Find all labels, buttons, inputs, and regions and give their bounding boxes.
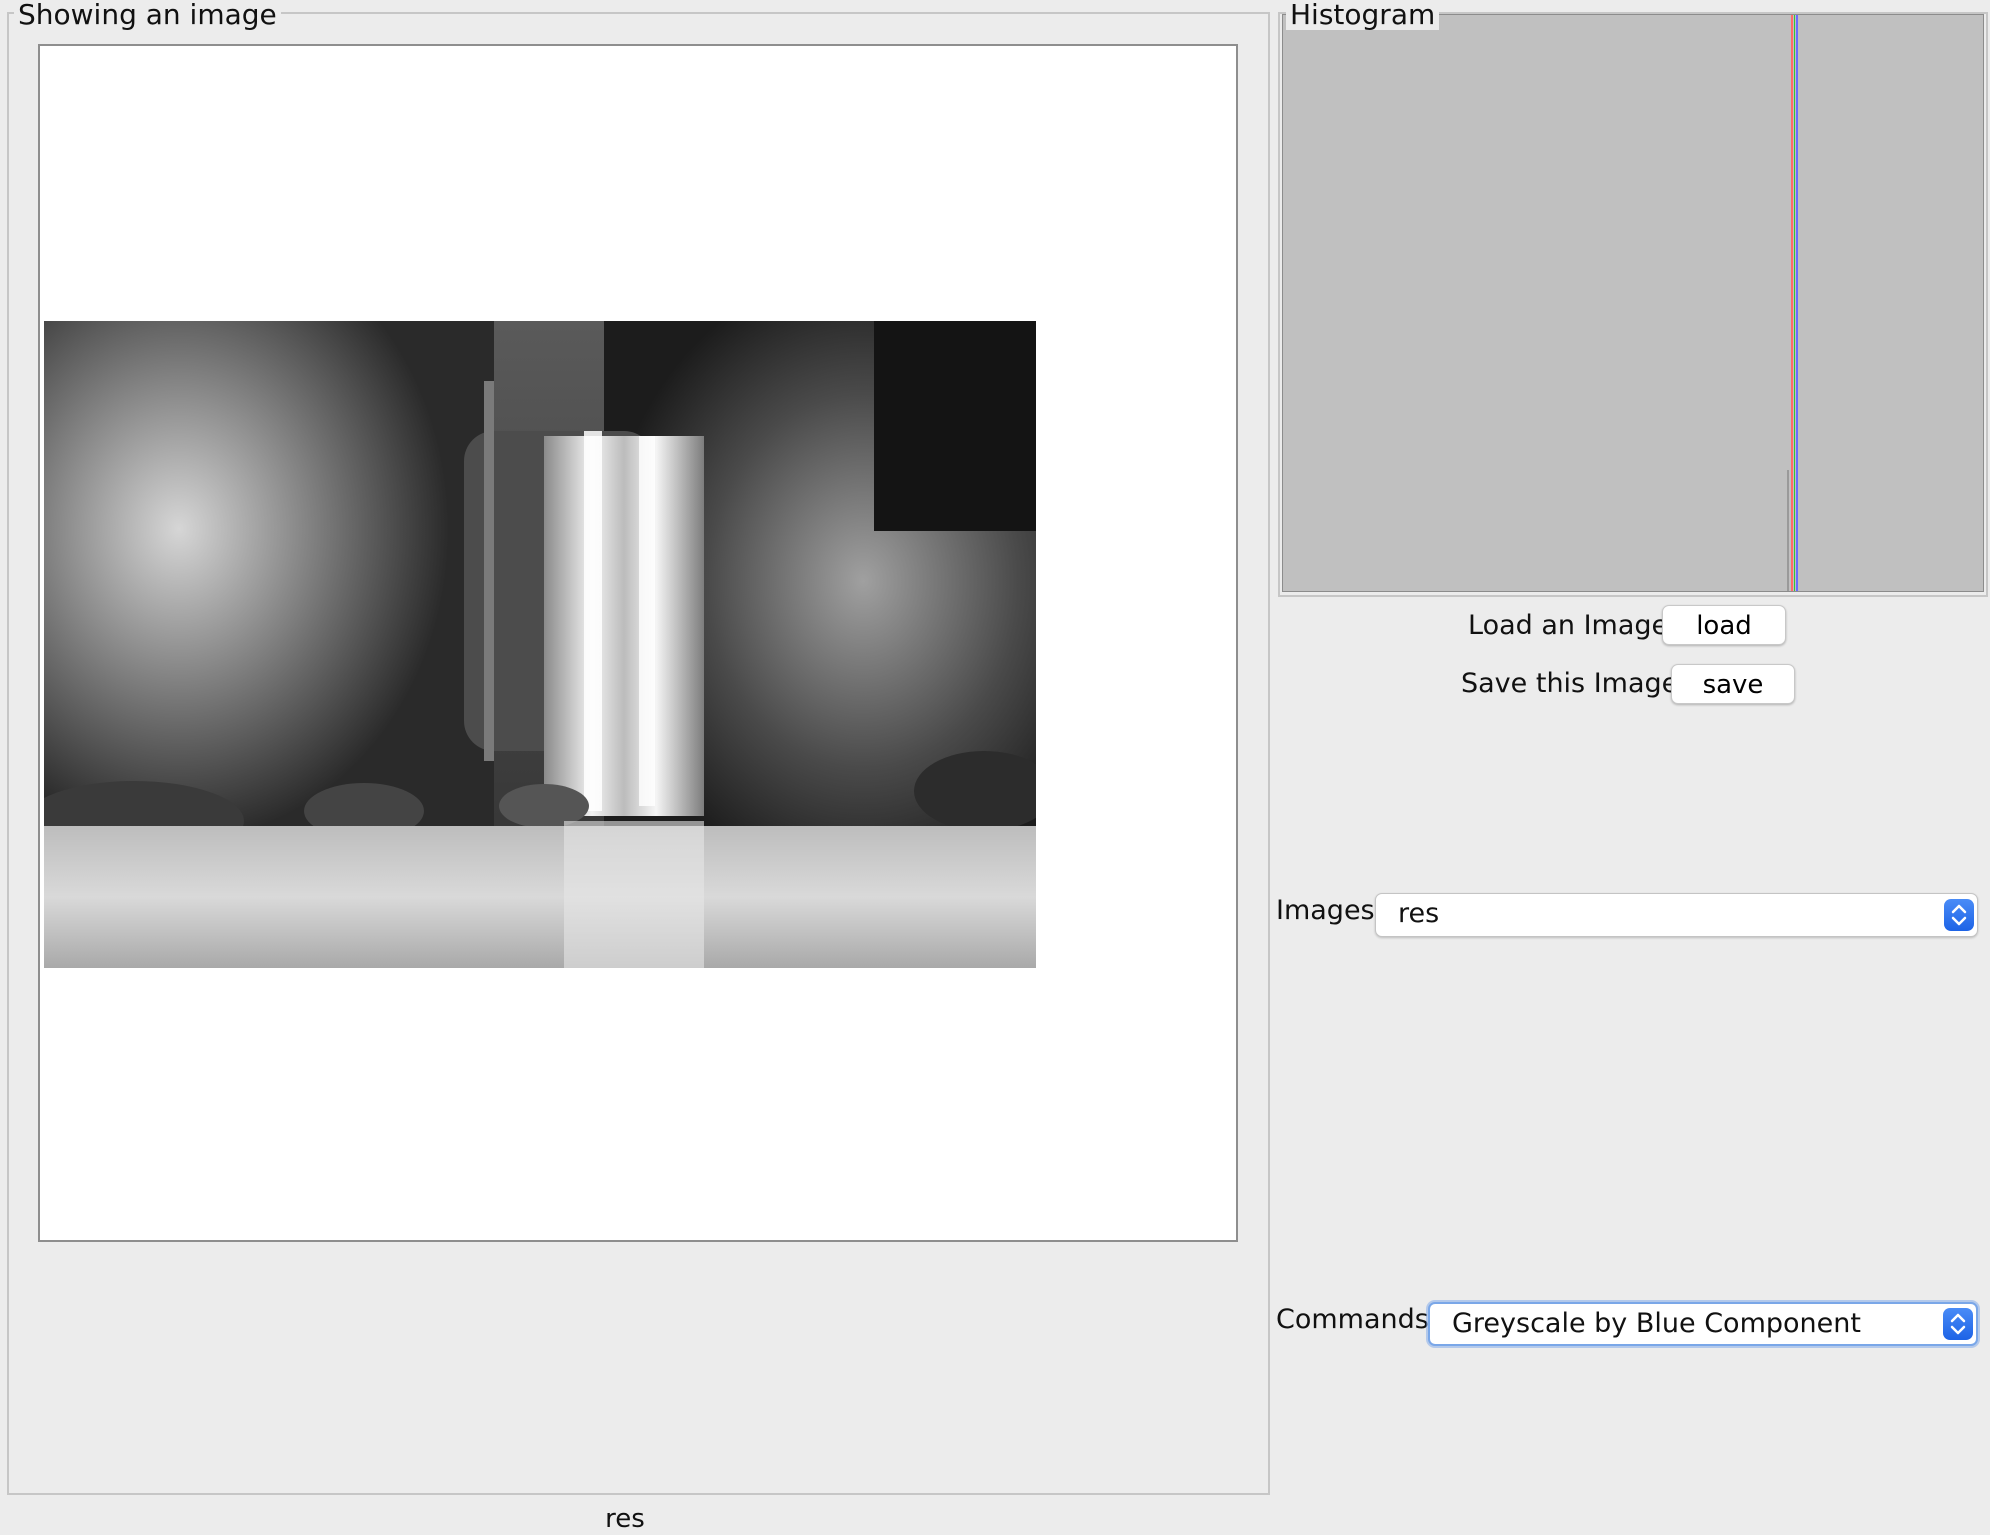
select-stepper-icon[interactable] bbox=[1943, 1308, 1973, 1340]
select-stepper-icon[interactable] bbox=[1944, 899, 1974, 931]
histogram-title: Histogram bbox=[1286, 0, 1440, 30]
images-select[interactable]: res bbox=[1375, 893, 1978, 937]
histogram-bar-red bbox=[1791, 15, 1793, 591]
histogram-canvas bbox=[1282, 14, 1984, 592]
histogram-bar-blue bbox=[1796, 15, 1798, 591]
displayed-image bbox=[44, 321, 1036, 968]
image-panel-title: Showing an image bbox=[14, 0, 281, 30]
histogram-bar-grey bbox=[1787, 470, 1789, 591]
load-image-label: Load an Image bbox=[1468, 610, 1669, 641]
image-viewport[interactable] bbox=[38, 44, 1238, 1242]
commands-label: Commands bbox=[1276, 1304, 1429, 1335]
histogram-bar-green bbox=[1794, 15, 1795, 591]
commands-select[interactable]: Greyscale by Blue Component bbox=[1428, 1302, 1978, 1346]
commands-selected-value: Greyscale by Blue Component bbox=[1452, 1308, 1861, 1339]
status-label: res bbox=[605, 1504, 645, 1534]
save-button[interactable]: save bbox=[1671, 664, 1795, 704]
save-image-label: Save this Image bbox=[1461, 668, 1679, 699]
images-label: Images bbox=[1276, 895, 1375, 926]
load-button[interactable]: load bbox=[1662, 605, 1786, 645]
images-selected-value: res bbox=[1398, 898, 1440, 929]
